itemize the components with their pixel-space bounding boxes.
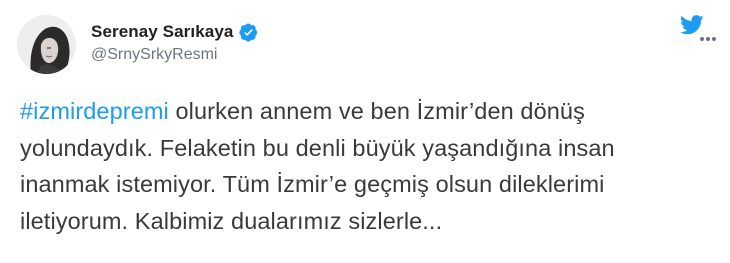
tweet-line-1: #izmirdepremi olurken annem ve ben İzmir…: [20, 93, 720, 130]
more-dot: [712, 37, 716, 41]
avatar-image: [17, 15, 76, 74]
tweet-line-2: yolundaydık. Felaketin bu denli büyük ya…: [20, 134, 615, 161]
display-name[interactable]: Serenay Sarıkaya: [91, 22, 233, 42]
avatar[interactable]: [17, 15, 76, 74]
tweet-line-3: inanmak istemiyor. Tüm İzmir’e geçmiş ol…: [20, 171, 605, 197]
tweet-card: Serenay Sarıkaya @SrnySrkyResmi #izmirde…: [0, 0, 730, 263]
tweet-text: #izmirdepremi olurken annem ve ben İzmir…: [20, 93, 720, 239]
twitter-bird-icon[interactable]: [680, 15, 704, 35]
more-horizontal-icon[interactable]: [700, 36, 716, 42]
more-dot: [706, 37, 710, 41]
tweet-line-4: iletiyorum. Kalbimiz dualarımız sizlerle…: [20, 207, 443, 234]
hashtag-link[interactable]: #izmirdepremi: [20, 98, 169, 124]
tweet-line-1-text: olurken annem ve ben İzmir’den dönüş: [168, 98, 585, 124]
user-name-row: Serenay Sarıkaya: [91, 21, 258, 43]
verified-badge-icon: [239, 23, 258, 42]
user-handle[interactable]: @SrnySrkyResmi: [91, 46, 217, 64]
more-dot: [700, 37, 704, 41]
